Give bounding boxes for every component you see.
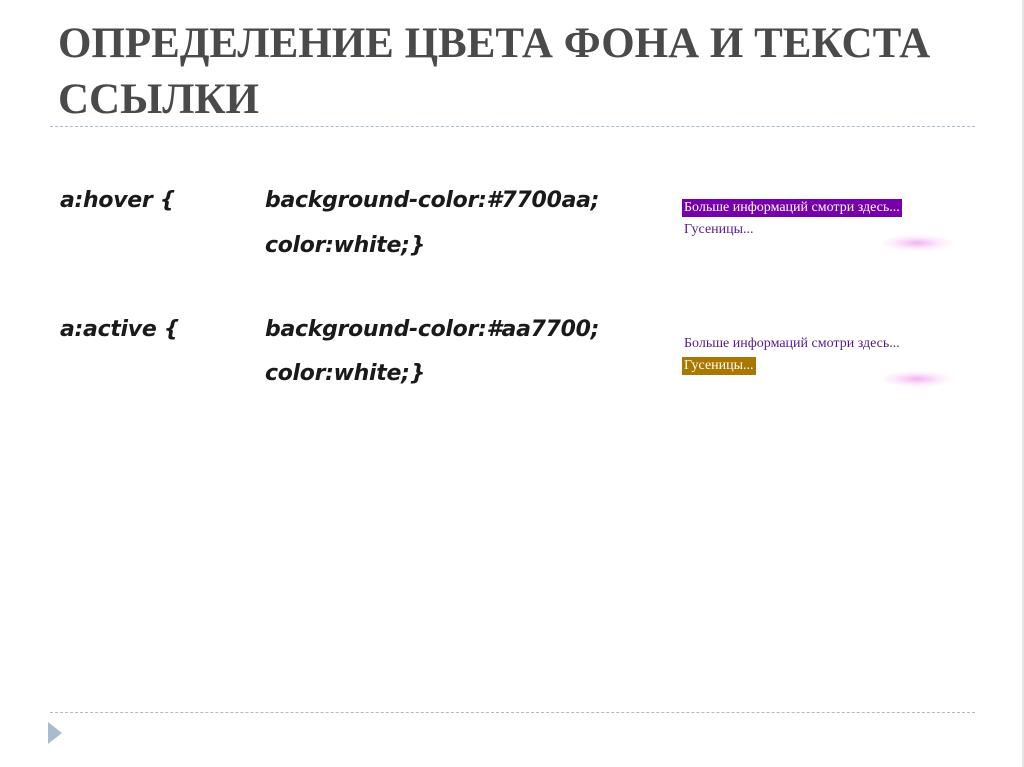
demo-link-caterpillars-active[interactable]: Гусеницы... (682, 357, 756, 375)
title-line-2: ССЫЛКИ (58, 76, 259, 123)
active-selector: a:active { (60, 317, 180, 342)
demo-glow (882, 235, 952, 251)
demo-glow (882, 371, 952, 387)
top-divider (50, 126, 975, 127)
demo-link-more-info[interactable]: Больше информаций смотри здесь... (682, 335, 902, 353)
hover-selector: a:hover { (60, 188, 176, 213)
demo-link-more-info-hovered[interactable]: Больше информаций смотри здесь... (682, 199, 902, 217)
slide-title: ОПРЕДЕЛЕНИЕ ЦВЕТА ФОНА И ТЕКСТА ССЫЛКИ (58, 16, 958, 128)
slide: ОПРЕДЕЛЕНИЕ ЦВЕТА ФОНА И ТЕКСТА ССЫЛКИ a… (0, 0, 1024, 767)
title-line-1: ОПРЕДЕЛЕНИЕ ЦВЕТА ФОНА И ТЕКСТА (58, 20, 931, 67)
triangle-right-icon[interactable] (48, 722, 62, 744)
hover-demo: Больше информаций смотри здесь... Гусени… (682, 199, 952, 251)
active-background-declaration: background-color:#aa7700; (265, 317, 600, 342)
hover-color-declaration: color:white;} (265, 233, 425, 258)
active-color-declaration: color:white;} (265, 361, 425, 386)
demo-link-caterpillars[interactable]: Гусеницы... (682, 221, 756, 239)
hover-background-declaration: background-color:#7700aa; (265, 188, 600, 213)
bottom-divider (50, 712, 975, 713)
active-demo: Больше информаций смотри здесь... Гусени… (682, 335, 952, 387)
